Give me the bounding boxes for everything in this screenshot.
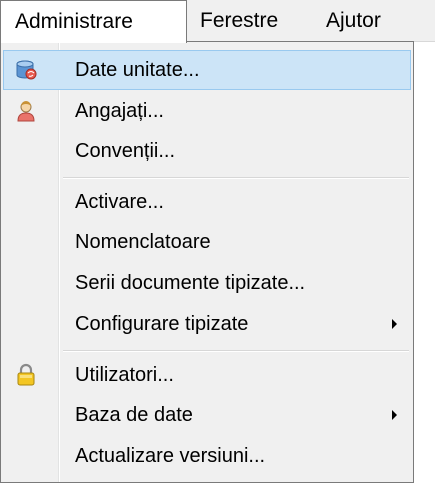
user-icon [17,101,35,122]
menu-item-actualizare-versiuni[interactable]: Actualizare versiuni... [3,436,411,476]
menu-item-activare[interactable]: Activare... [3,182,411,222]
menu-ajutor-label: Ajutor [326,9,381,32]
menu-item-serii-documente-tipizate[interactable]: Serii documente tipizate... [3,263,411,303]
menu-item-label: Nomenclatoare [75,231,211,253]
submenu-arrow-icon [392,319,397,329]
menu-item-label: Date unitate... [75,59,200,81]
menu-item-conventii[interactable]: Convenții... [3,131,411,171]
menu-item-label: Serii documente tipizate... [75,272,306,294]
menu-ferestre-label: Ferestre [200,9,279,32]
administrare-dropdown-menu: Date unitate... Angajați... Convenții...… [0,41,414,483]
padlock-icon [17,363,35,386]
menu-item-label: Utilizatori... [75,364,174,386]
menu-item-label: Activare... [75,191,164,213]
menu-item-label: Actualizare versiuni... [75,445,266,467]
menu-administrare-label: Administrare [15,10,133,33]
menu-item-label: Configurare tipizate [75,313,249,335]
menu-item-angajati[interactable]: Angajați... [3,91,411,131]
menu-item-configurare-tipizate[interactable]: Configurare tipizate [3,304,411,344]
submenu-arrow-icon [392,410,397,420]
menu-ferestre[interactable]: Ferestre [187,0,312,42]
menu-separator [63,177,409,179]
database-globe-icon [16,60,37,80]
menu-item-label: Convenții... [75,140,176,162]
menu-ajutor[interactable]: Ajutor [312,0,412,42]
menu-item-label: Baza de date [75,404,193,426]
menu-item-baza-de-date[interactable]: Baza de date [3,395,411,435]
menu-item-label: Angajați... [75,100,164,122]
menu-item-utilizatori[interactable]: Utilizatori... [3,355,411,395]
menu-bar: Administrare Ferestre Ajutor [0,0,435,43]
menu-item-nomenclatoare[interactable]: Nomenclatoare [3,222,411,262]
menu-administrare[interactable]: Administrare [0,0,187,43]
menu-separator [63,350,409,352]
menu-item-date-unitate[interactable]: Date unitate... [3,50,411,90]
